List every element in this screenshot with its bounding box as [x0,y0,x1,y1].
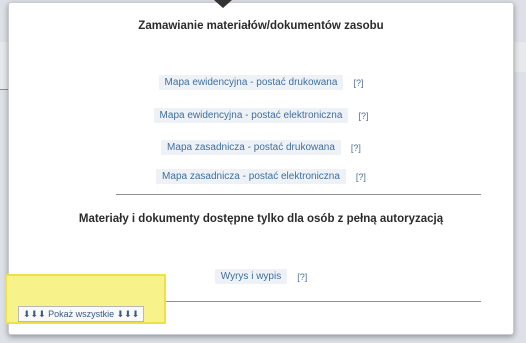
show-all-button[interactable]: ⬇⬇⬇ Pokaż wszystkie ⬇⬇⬇ [18,306,145,322]
restricted-section-heading: Materiały i dokumenty dostępne tylko dla… [78,213,444,225]
link-row-1: Mapa ewidencyjna - postać drukowana [?] [9,75,513,90]
help-link[interactable]: [?] [353,78,363,88]
popup-title: Zamawianie materiałów/dokumentów zasobu [138,20,384,32]
link-row-3: Mapa zasadnicza - postać drukowana [?] [9,140,513,155]
help-link[interactable]: [?] [358,111,368,121]
link-row-2: Mapa ewidencyjna - postać elektroniczna … [9,108,513,123]
link-row-4: Mapa zasadnicza - postać elektroniczna [… [9,169,513,184]
link-mapa-ewidencyjna-elektroniczna[interactable]: Mapa ewidencyjna - postać elektroniczna [153,108,349,123]
link-mapa-ewidencyjna-drukowana[interactable]: Mapa ewidencyjna - postać drukowana [158,75,344,90]
help-link[interactable]: [?] [297,272,307,282]
popup-pointer-icon [214,0,232,8]
help-link[interactable]: [?] [356,172,366,182]
show-all-highlight: ⬇⬇⬇ Pokaż wszystkie ⬇⬇⬇ [5,274,166,324]
bottom-divider [116,301,481,302]
section-divider [116,194,481,195]
link-mapa-zasadnicza-drukowana[interactable]: Mapa zasadnicza - postać drukowana [161,140,341,155]
link-wyrys-i-wypis[interactable]: Wyrys i wypis [214,269,288,284]
link-mapa-zasadnicza-elektroniczna[interactable]: Mapa zasadnicza - postać elektroniczna [156,169,346,184]
help-link[interactable]: [?] [351,143,361,153]
